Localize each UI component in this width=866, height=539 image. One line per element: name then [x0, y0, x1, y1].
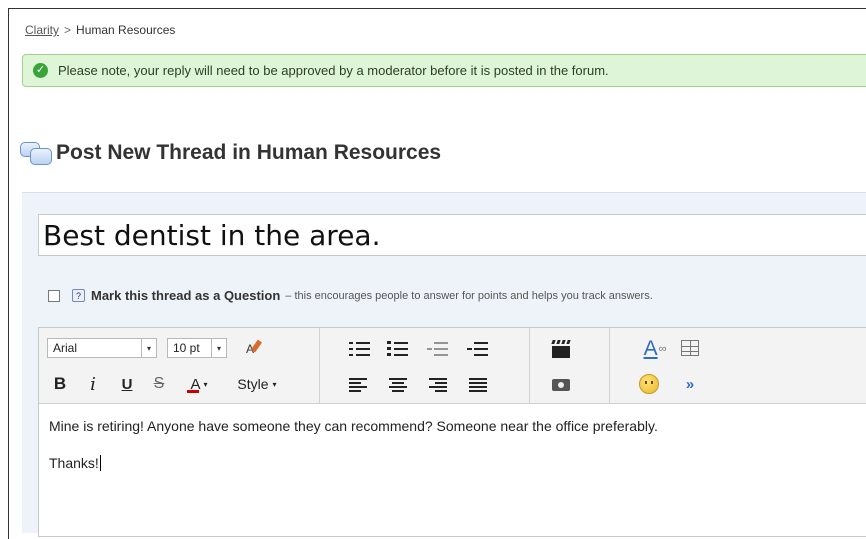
- chevron-down-icon: ▾: [141, 339, 156, 357]
- format-painter-button[interactable]: A: [239, 338, 262, 360]
- breadcrumb-separator: >: [64, 23, 72, 37]
- align-right-icon[interactable]: [429, 378, 449, 392]
- mark-question-option: ? Mark this thread as a Question – this …: [48, 288, 653, 303]
- font-family-select[interactable]: Arial ▾: [47, 338, 157, 358]
- align-center-icon[interactable]: [389, 378, 409, 392]
- font-size-select[interactable]: 10 pt ▾: [167, 338, 227, 358]
- moderation-notice-text: Please note, your reply will need to be …: [58, 63, 609, 78]
- toolbar-group-text: Arial ▾ 10 pt ▾ A B i U S A▾ Style▾: [39, 328, 320, 403]
- italic-button[interactable]: i: [83, 373, 103, 395]
- check-icon: ✓: [33, 63, 48, 78]
- body-paragraph: Thanks!: [49, 453, 658, 473]
- subject-input[interactable]: [38, 214, 866, 256]
- underline-button[interactable]: U: [117, 373, 137, 395]
- mark-question-description: – this encourages people to answer for p…: [285, 289, 653, 302]
- indent-icon[interactable]: [467, 340, 489, 358]
- breadcrumb: Clarity > Human Resources: [25, 23, 175, 37]
- insert-video-icon[interactable]: [551, 340, 571, 358]
- mark-question-checkbox[interactable]: [48, 289, 60, 302]
- align-left-icon[interactable]: [349, 378, 369, 392]
- font-family-value: Arial: [53, 341, 78, 355]
- breadcrumb-link-clarity[interactable]: Clarity: [25, 23, 59, 37]
- body-paragraph: Mine is retiring! Anyone have someone th…: [49, 418, 658, 434]
- text-cursor: [99, 455, 101, 471]
- body-paragraph-text: Thanks!: [49, 455, 99, 471]
- emoticon-icon[interactable]: [639, 374, 659, 394]
- font-size-value: 10 pt: [173, 341, 200, 355]
- editor-body[interactable]: Mine is retiring! Anyone have someone th…: [49, 416, 658, 490]
- page-title-row: Post New Thread in Human Resources: [20, 140, 441, 166]
- page-title: Post New Thread in Human Resources: [56, 141, 442, 164]
- numbered-list-icon[interactable]: [387, 340, 409, 358]
- bullet-list-icon[interactable]: [349, 340, 371, 358]
- breadcrumb-current: Human Resources: [76, 23, 176, 37]
- style-dropdown-button[interactable]: Style ▾: [227, 373, 287, 395]
- insert-link-icon[interactable]: A ∞: [639, 337, 671, 360]
- insert-table-icon[interactable]: [681, 340, 699, 356]
- style-label: Style: [237, 376, 269, 392]
- chevron-down-icon: ▾: [203, 379, 208, 389]
- outdent-icon[interactable]: [427, 340, 449, 358]
- chevron-down-icon: ▾: [211, 339, 226, 357]
- more-options-icon[interactable]: »: [679, 374, 701, 394]
- moderation-notice: ✓ Please note, your reply will need to b…: [22, 54, 866, 87]
- mark-question-label[interactable]: Mark this thread as a Question: [91, 288, 280, 303]
- insert-link-letter: A: [643, 337, 658, 360]
- help-icon[interactable]: ?: [72, 289, 85, 302]
- align-justify-icon[interactable]: [469, 378, 489, 392]
- insert-image-icon[interactable]: [551, 375, 571, 391]
- rich-text-editor: Arial ▾ 10 pt ▾ A B i U S A▾ Style▾: [38, 327, 866, 537]
- editor-toolbar: Arial ▾ 10 pt ▾ A B i U S A▾ Style▾: [39, 328, 866, 404]
- bold-button[interactable]: B: [49, 373, 71, 395]
- toolbar-group-media: [529, 328, 610, 403]
- discussion-icon: [20, 140, 54, 166]
- toolbar-group-insert: A ∞ »: [609, 328, 866, 403]
- text-color-button[interactable]: A ▾: [181, 373, 217, 395]
- chevron-down-icon: ▾: [272, 379, 277, 389]
- toolbar-group-paragraph: [319, 328, 530, 403]
- strikethrough-button[interactable]: S: [149, 373, 169, 395]
